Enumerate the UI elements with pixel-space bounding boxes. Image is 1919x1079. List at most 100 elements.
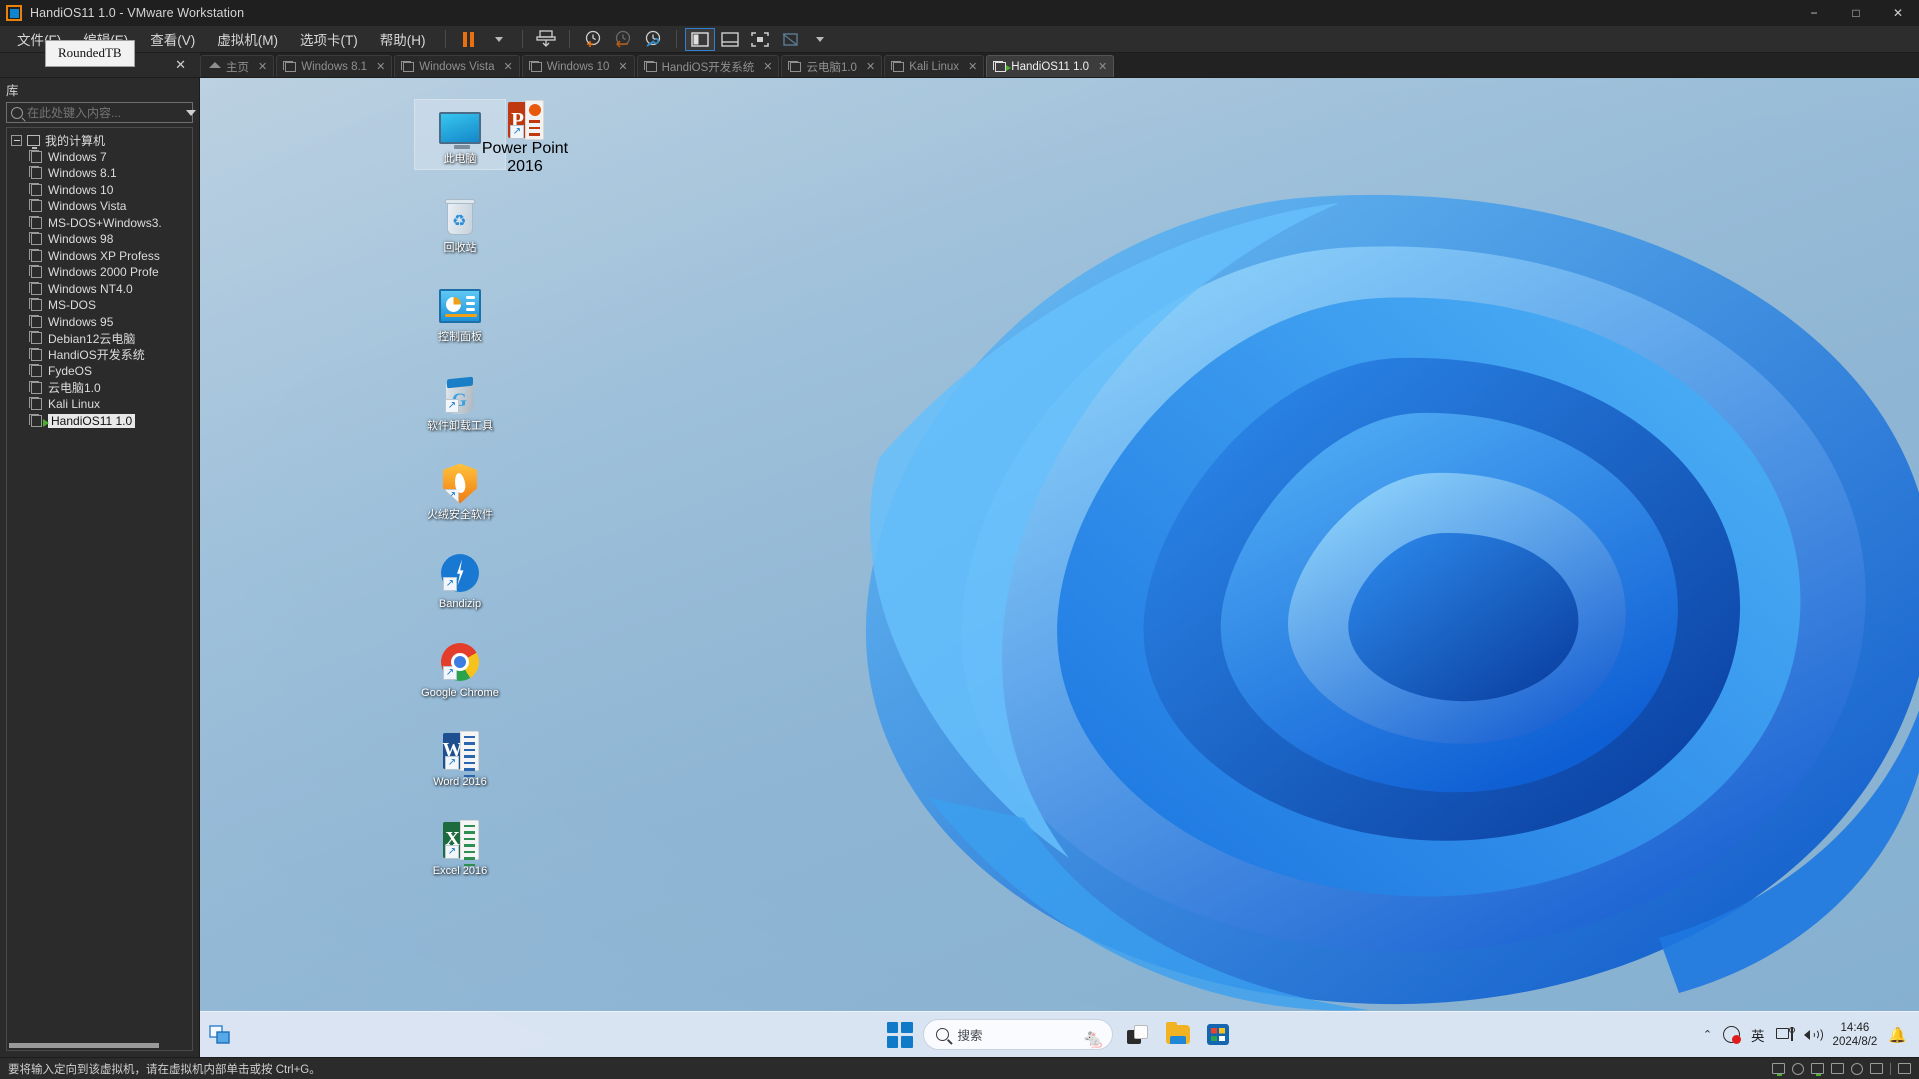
snapshot-button[interactable] [531, 28, 561, 51]
power-dropdown[interactable] [484, 28, 514, 51]
tab-kali-linux[interactable]: Kali Linux ✕ [884, 55, 985, 77]
take-snapshot-button[interactable] [578, 28, 608, 51]
tree-item-windows-xp[interactable]: Windows XP Profess [7, 248, 192, 265]
tab-windows-vista[interactable]: Windows Vista ✕ [394, 55, 520, 77]
desktop-icon-recycle-bin[interactable]: ♻ 回收站 [415, 189, 505, 258]
screen-record-icon[interactable] [1723, 1026, 1742, 1044]
tree-item-windows-98[interactable]: Windows 98 [7, 231, 192, 248]
tab-handios-dev[interactable]: HandiOS开发系统 ✕ [636, 55, 780, 77]
cd-dvd-icon[interactable] [1792, 1062, 1804, 1075]
bell-icon[interactable]: 🔔 [1888, 1026, 1907, 1044]
tab-close-icon[interactable]: ✕ [968, 60, 977, 73]
minimize-button[interactable]: − [1793, 0, 1835, 26]
desktop-icon-excel-2016[interactable]: X Excel 2016 [415, 812, 505, 881]
microsoft-store-button[interactable] [1203, 1020, 1233, 1050]
tab-close-icon[interactable]: ✕ [504, 60, 513, 73]
tab-close-icon[interactable]: ✕ [376, 60, 385, 73]
desktop-icon-control-panel[interactable]: 控制面板 [415, 278, 505, 347]
tab-close-icon[interactable]: ✕ [258, 60, 267, 73]
fullscreen-icon [750, 31, 769, 47]
tab-cloud-pc[interactable]: 云电脑1.0 ✕ [781, 55, 883, 77]
collapse-icon[interactable] [11, 134, 22, 146]
file-explorer-button[interactable] [1163, 1020, 1193, 1050]
taskbar-search[interactable]: 搜索 🐁 [922, 1019, 1113, 1050]
ime-indicator[interactable]: 英 [1751, 1025, 1765, 1045]
tree-item-handios-dev[interactable]: HandiOS开发系统 [7, 347, 192, 364]
tree-item-windows-10[interactable]: Windows 10 [7, 182, 192, 199]
tree-item-kali-linux[interactable]: Kali Linux [7, 396, 192, 413]
tree-item-fydeos[interactable]: FydeOS [7, 363, 192, 380]
library-search[interactable] [6, 102, 196, 123]
clock[interactable]: 14:46 2024/8/2 [1833, 1021, 1878, 1049]
close-icon[interactable]: ✕ [171, 57, 190, 73]
menu-tabs[interactable]: 选项卡(T) [289, 26, 369, 52]
tree-horizontal-scrollbar[interactable] [7, 1041, 192, 1050]
vm-tree[interactable]: 我的计算机 Windows 7 Windows 8.1 Windows 10 W… [6, 127, 193, 1051]
tab-windows-10[interactable]: Windows 10 ✕ [521, 55, 635, 77]
vm-console[interactable]: 此电脑 ♻ 回收站 控制面板 G ↗ 软件卸载工具 ↗ 火绒安全软件 ↗ Ban… [200, 78, 1919, 1057]
desktop-icon-word-2016[interactable]: W Word 2016 [415, 723, 505, 792]
vm-icon [528, 60, 542, 72]
divider [521, 30, 523, 48]
chrome-icon [441, 642, 479, 681]
unity-dropdown[interactable] [805, 28, 835, 51]
tree-item-windows-2000[interactable]: Windows 2000 Profe [7, 264, 192, 281]
windows-taskbar: 搜索 🐁 ⌃ 英 14:46 2024/8/2 🔔 [200, 1011, 1919, 1057]
vm-icon [29, 265, 42, 279]
display-icon[interactable] [1898, 1063, 1911, 1074]
menu-vm[interactable]: 虚拟机(M) [206, 26, 289, 52]
desktop-icon-label: 软件卸载工具 [427, 420, 493, 432]
menu-view[interactable]: 查看(V) [139, 26, 206, 52]
hard-disk-icon[interactable] [1772, 1063, 1785, 1076]
tab-handios11[interactable]: HandiOS11 1.0 ✕ [986, 55, 1115, 77]
tab-close-icon[interactable]: ✕ [763, 60, 772, 73]
show-library-button[interactable] [684, 27, 715, 51]
usb-icon[interactable] [1851, 1062, 1863, 1075]
tree-item-windows-nt4[interactable]: Windows NT4.0 [7, 281, 192, 298]
tab-close-icon[interactable]: ✕ [866, 60, 875, 73]
desktop-icon-bandizip[interactable]: Bandizip [415, 545, 505, 614]
tree-item-windows-vista[interactable]: Windows Vista [7, 198, 192, 215]
desktop-icon-huorong[interactable]: 火绒安全软件 [415, 456, 505, 525]
show-thumbnail-button[interactable] [715, 28, 745, 51]
network-adapter-icon[interactable] [1811, 1063, 1824, 1076]
tree-item-debian12[interactable]: Debian12云电脑 [7, 330, 192, 347]
desktop-icon-uninstaller[interactable]: G 软件卸载工具 [415, 367, 505, 436]
panel-bottom-icon [720, 31, 739, 47]
vm-grabber-icon[interactable] [205, 1020, 235, 1050]
fullscreen-button[interactable] [745, 28, 775, 51]
close-button[interactable]: ✕ [1877, 0, 1919, 26]
tab-close-icon[interactable]: ✕ [1098, 60, 1107, 73]
tree-item-windows-81[interactable]: Windows 8.1 [7, 165, 192, 182]
desktop-icon-label: Excel 2016 [432, 865, 488, 877]
printer-icon[interactable] [1870, 1063, 1883, 1074]
chevron-down-icon[interactable] [186, 109, 196, 116]
tab-close-icon[interactable]: ✕ [618, 60, 627, 73]
tree-item-handios11[interactable]: HandiOS11 1.0 [7, 413, 192, 430]
tree-item-msdos[interactable]: MS-DOS [7, 297, 192, 314]
tree-item-cloud-pc[interactable]: 云电脑1.0 [7, 380, 192, 397]
chevron-up-icon[interactable]: ⌃ [1703, 1028, 1712, 1041]
network-icon[interactable] [1775, 1027, 1794, 1042]
tree-item-msdos-win3[interactable]: MS-DOS+Windows3. [7, 215, 192, 232]
tab-windows-81[interactable]: Windows 8.1 ✕ [276, 55, 393, 77]
tab-home[interactable]: 主页 ✕ [200, 55, 275, 77]
tree-item-windows-95[interactable]: Windows 95 [7, 314, 192, 331]
desktop-icon-google-chrome[interactable]: Google Chrome [415, 634, 505, 703]
search-input[interactable] [27, 105, 182, 120]
snapshot-manager-button[interactable] [638, 28, 668, 51]
maximize-button[interactable]: □ [1835, 0, 1877, 26]
sound-card-icon[interactable] [1831, 1063, 1844, 1074]
tree-item-windows-7[interactable]: Windows 7 [7, 149, 192, 166]
tree-root-my-computer[interactable]: 我的计算机 [7, 132, 192, 149]
suspend-button[interactable] [454, 28, 484, 51]
menu-help[interactable]: 帮助(H) [369, 26, 437, 52]
desktop-icon-label: 火绒安全软件 [427, 509, 493, 521]
unity-button[interactable] [775, 28, 805, 51]
desktop-icon-powerpoint-2016[interactable]: P Power Point 2016 [470, 100, 580, 176]
divider [1890, 1062, 1891, 1075]
volume-icon[interactable] [1803, 1026, 1823, 1043]
revert-snapshot-button[interactable] [608, 28, 638, 51]
task-view-button[interactable] [1123, 1020, 1153, 1050]
start-button[interactable] [886, 1021, 913, 1048]
